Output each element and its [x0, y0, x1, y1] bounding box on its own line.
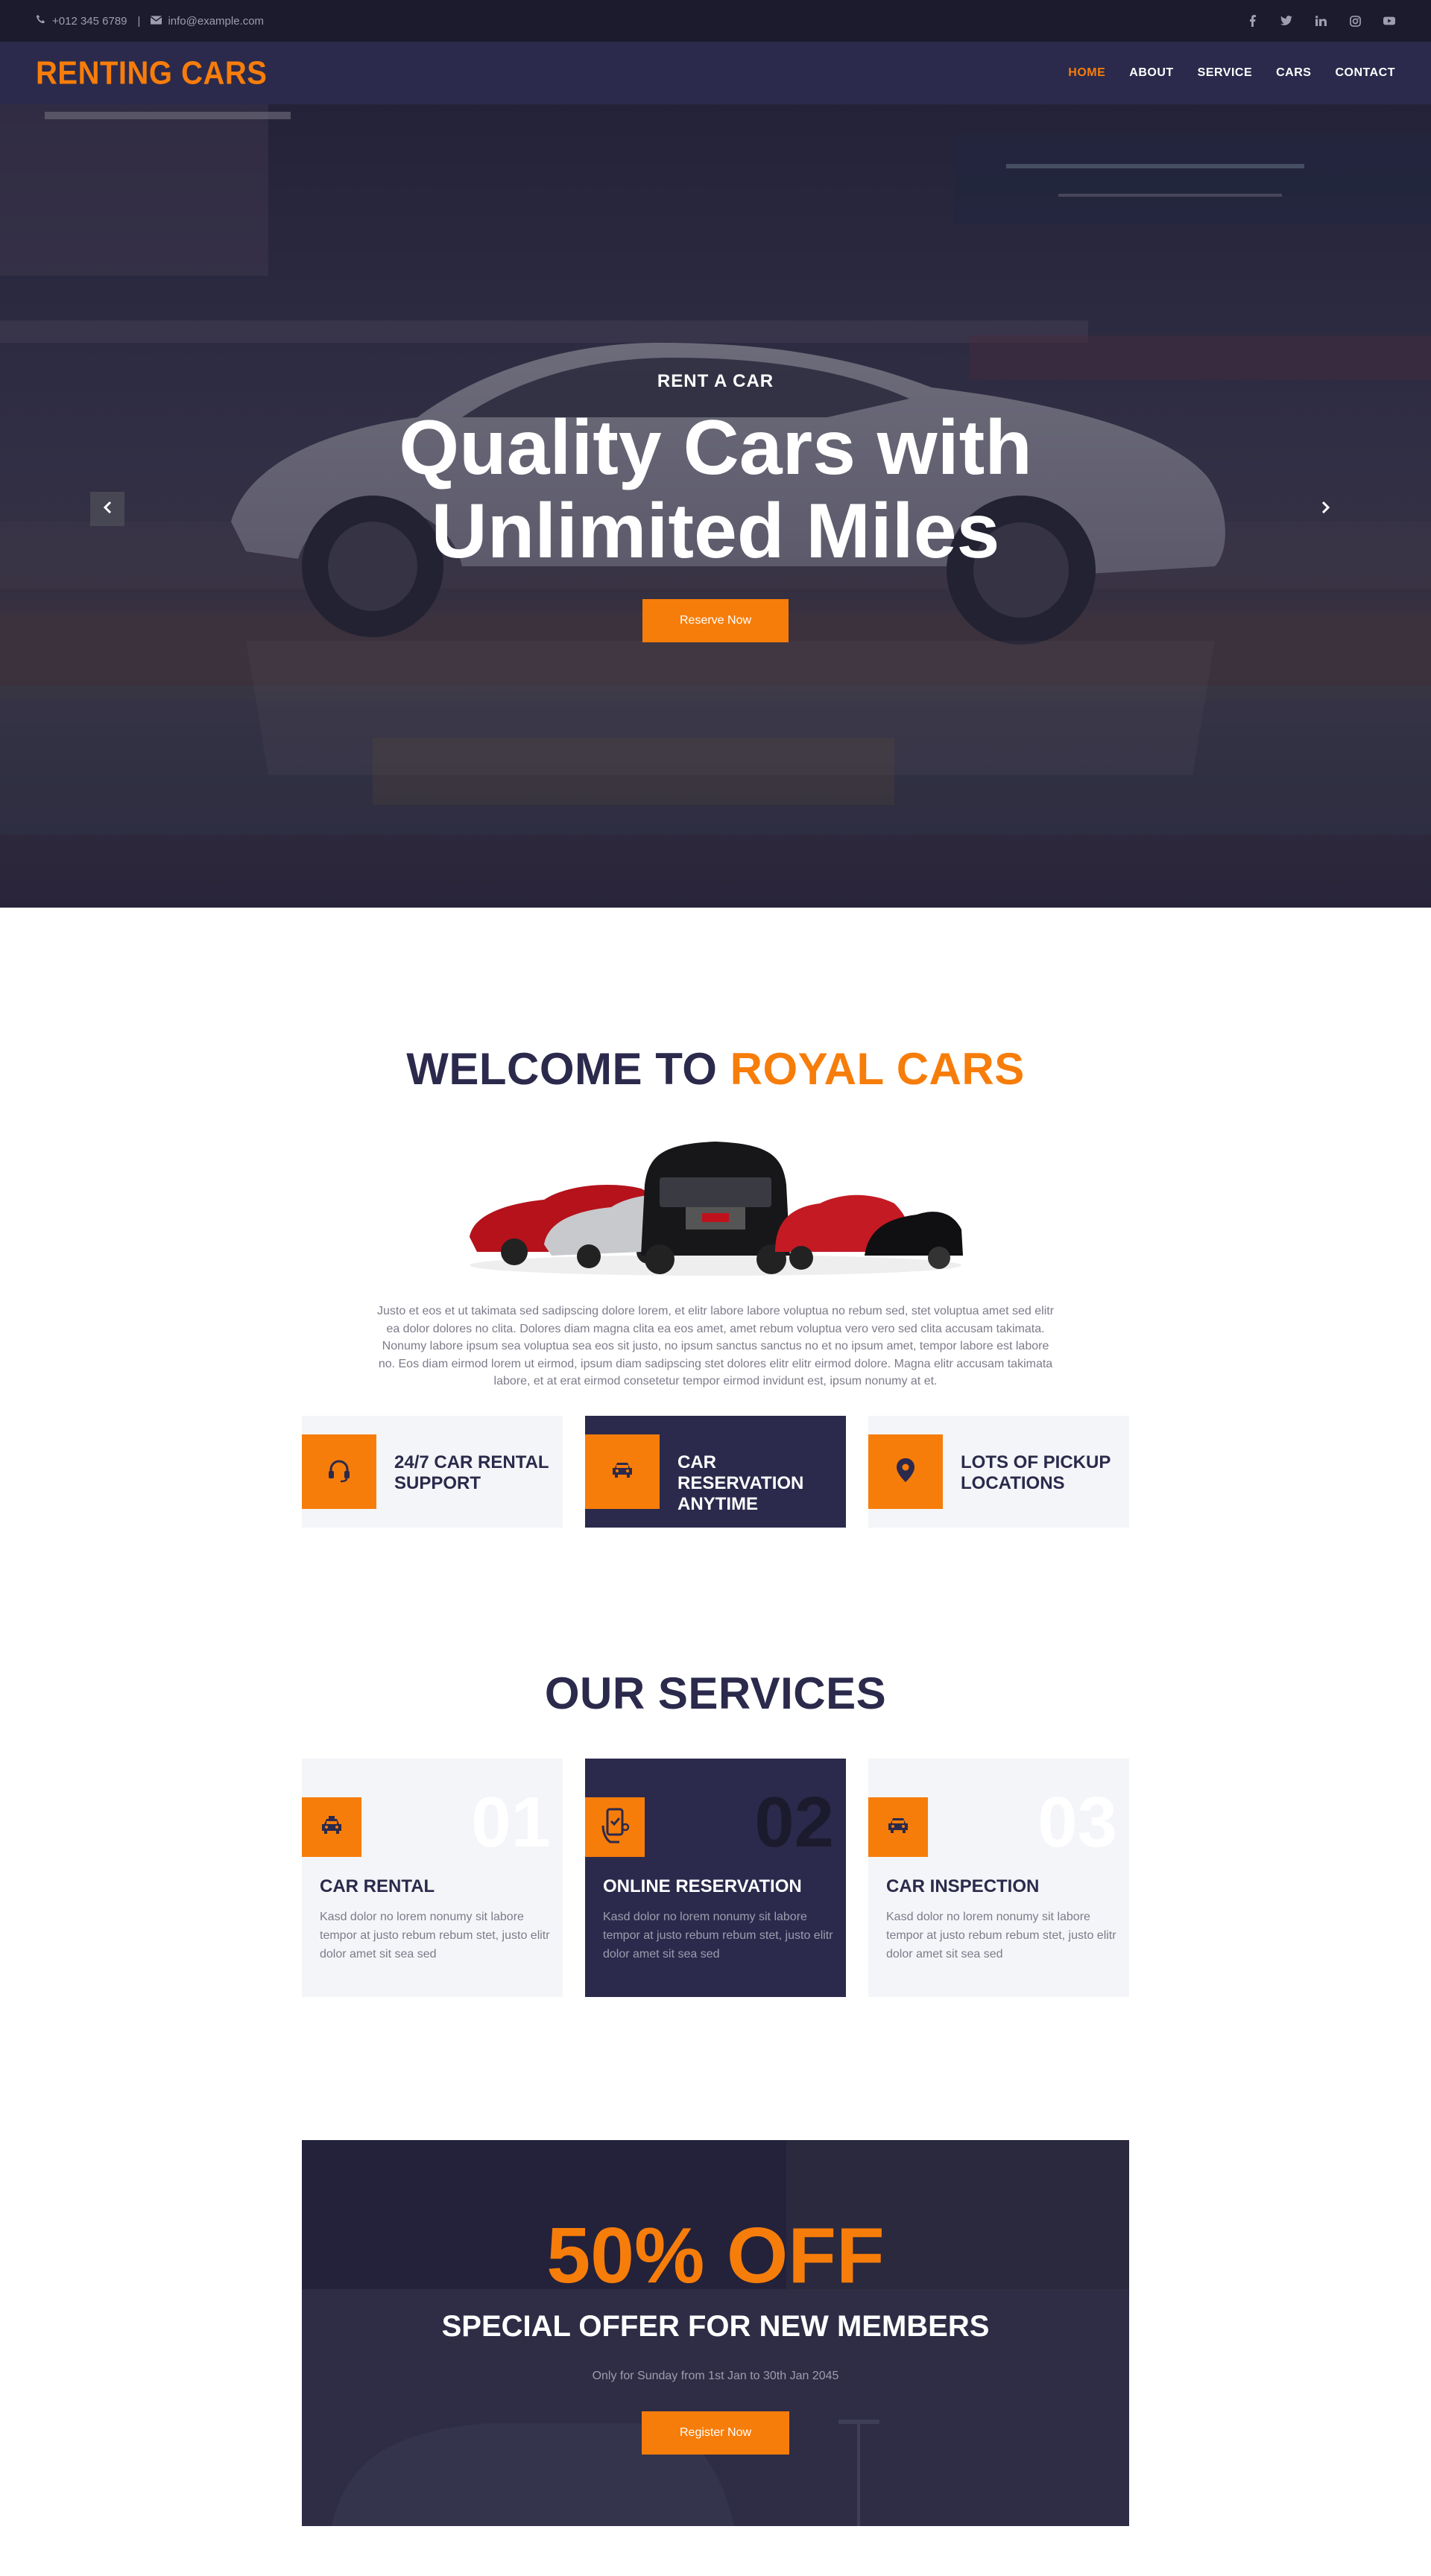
hero-title: Quality Cars with Unlimited Miles [0, 406, 1431, 573]
offer-title: 50% OFF [546, 2212, 885, 2300]
nav-link-home[interactable]: HOME [1068, 66, 1105, 80]
map-marker-icon [897, 1458, 914, 1486]
feature-label-line1: CAR RESERVATION [677, 1452, 804, 1493]
feature-icon-box [302, 1434, 376, 1509]
brand-logo[interactable]: RENTING CARS [36, 39, 267, 107]
envelope-icon [151, 15, 162, 28]
hero-content: RENT A CAR Quality Cars with Unlimited M… [0, 104, 1431, 908]
twitter-icon[interactable] [1280, 15, 1292, 27]
feature-support: 24/7 CAR RENTAL SUPPORT [302, 1416, 563, 1528]
service-number: 03 [1037, 1782, 1117, 1862]
feature-label-line2: ANYTIME [677, 1494, 758, 1514]
offer-note: Only for Sunday from 1st Jan to 30th Jan… [592, 2370, 839, 2382]
reserve-now-button[interactable]: Reserve Now [642, 599, 789, 642]
feature-label-line2: SUPPORT [394, 1473, 481, 1493]
feature-locations: LOTS OF PICKUP LOCATIONS [868, 1416, 1129, 1528]
page: +012 345 6789 | info@example.com RENTING… [0, 0, 1431, 2576]
welcome-title-accent: ROYAL CARS [730, 1044, 1025, 1094]
chevron-right-icon [1321, 499, 1330, 519]
special-offer-banner: 50% OFF SPECIAL OFFER FOR NEW MEMBERS On… [302, 2140, 1129, 2526]
email-contact[interactable]: info@example.com [151, 15, 264, 28]
feature-label-line1: LOTS OF PICKUP [961, 1452, 1111, 1472]
facebook-icon[interactable] [1246, 15, 1258, 27]
instagram-icon[interactable] [1349, 15, 1361, 27]
feature-icon-box [585, 1434, 660, 1509]
service-text: Kasd dolor no lorem nonumy sit labore te… [886, 1911, 1116, 1961]
nav-link-about[interactable]: ABOUT [1129, 66, 1173, 80]
hero-title-line2: Unlimited Miles [431, 488, 1000, 575]
service-icon-box [585, 1797, 645, 1857]
offer-subtitle: SPECIAL OFFER FOR NEW MEMBERS [441, 2310, 990, 2343]
register-now-button[interactable]: Register Now [642, 2411, 789, 2455]
hero-subtitle: RENT A CAR [657, 371, 774, 391]
service-title: CAR RENTAL [320, 1876, 435, 1896]
phone-icon [36, 14, 46, 28]
service-card-car-rental[interactable]: 01 CAR RENTAL Kasd dolor no lorem nonumy… [302, 1759, 563, 1997]
feature-label: CAR RESERVATION ANYTIME [677, 1452, 834, 1515]
feature-icon-box [868, 1434, 943, 1509]
welcome-text: Justo et eos et ut takimata sed sadipsci… [376, 1305, 1055, 1387]
taxi-icon [320, 1815, 344, 1839]
welcome-title: WELCOME TO ROYAL CARS [0, 1043, 1431, 1095]
main-nav: HOME ABOUT SERVICE CARS CONTACT [1068, 42, 1395, 104]
carousel-prev-button[interactable] [90, 492, 124, 526]
nav-link-contact[interactable]: CONTACT [1335, 66, 1395, 80]
service-text: Kasd dolor no lorem nonumy sit labore te… [603, 1911, 833, 1961]
welcome-title-prefix: WELCOME TO [406, 1044, 718, 1094]
top-bar: +012 345 6789 | info@example.com [0, 0, 1431, 42]
navbar: RENTING CARS HOME ABOUT SERVICE CARS CON… [0, 42, 1431, 104]
chevron-left-icon [103, 499, 112, 519]
phone-contact[interactable]: +012 345 6789 [36, 14, 127, 28]
email-text: info@example.com [168, 14, 265, 28]
feature-label-line2: LOCATIONS [961, 1473, 1065, 1493]
service-icon-box [302, 1797, 361, 1857]
service-title: CAR INSPECTION [886, 1876, 1040, 1896]
feature-label: LOTS OF PICKUP LOCATIONS [961, 1452, 1117, 1494]
service-number: 01 [471, 1782, 551, 1862]
service-text: Kasd dolor no lorem nonumy sit labore te… [320, 1911, 550, 1961]
contact-separator: | [137, 14, 141, 28]
service-number: 02 [754, 1782, 834, 1862]
social-links [1246, 0, 1395, 42]
cars-lineup-image [470, 1142, 963, 1276]
service-card-car-inspection[interactable]: 03 CAR INSPECTION Kasd dolor no lorem no… [868, 1759, 1129, 1997]
headset-icon [326, 1458, 352, 1487]
nav-link-cars[interactable]: CARS [1276, 66, 1311, 80]
hero-carousel: RENT A CAR Quality Cars with Unlimited M… [0, 104, 1431, 908]
phone-text: +012 345 6789 [52, 14, 127, 28]
feature-label-line1: 24/7 CAR RENTAL [394, 1452, 549, 1472]
nav-link-service[interactable]: SERVICE [1198, 66, 1252, 80]
youtube-icon[interactable] [1383, 15, 1395, 27]
carousel-next-button[interactable] [1309, 492, 1343, 526]
contact-info: +012 345 6789 | info@example.com [36, 0, 264, 42]
linkedin-icon[interactable] [1315, 15, 1327, 27]
service-icon-box [868, 1797, 928, 1857]
services-title: OUR SERVICES [544, 1668, 887, 1718]
hero-title-line1: Quality Cars with [399, 405, 1032, 491]
service-card-online-reservation[interactable]: 02 ONLINE RESERVATION Kasd dolor no lore… [585, 1759, 846, 1997]
service-title: ONLINE RESERVATION [603, 1876, 802, 1896]
feature-reservation: CAR RESERVATION ANYTIME [585, 1416, 846, 1528]
car-icon [886, 1816, 910, 1839]
car-icon [610, 1461, 634, 1484]
feature-label: 24/7 CAR RENTAL SUPPORT [394, 1452, 551, 1494]
phone-booking-icon [600, 1808, 630, 1847]
